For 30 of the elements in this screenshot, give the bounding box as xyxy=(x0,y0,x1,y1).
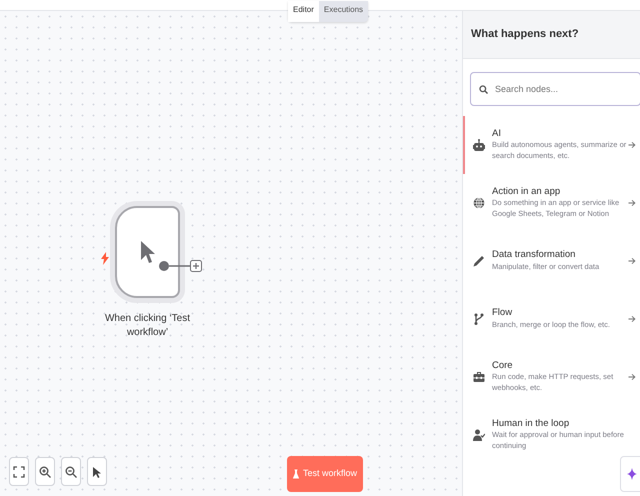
ai-assistant-button[interactable] xyxy=(620,456,640,492)
flask-icon xyxy=(293,468,299,480)
zoom-in-button[interactable] xyxy=(35,457,55,486)
zoom-out-button[interactable] xyxy=(61,457,81,486)
cursor-button[interactable] xyxy=(87,457,107,486)
zoom-out-icon xyxy=(65,466,77,478)
tab[interactable]: Executions xyxy=(318,1,368,22)
globe-icon xyxy=(473,197,485,209)
item-title: Data transformation xyxy=(492,249,576,262)
toolbox-icon xyxy=(473,371,485,383)
person-check-icon xyxy=(473,429,485,441)
node-label: When clicking ‘Test workflow’ xyxy=(104,312,192,339)
item-title: Human in the loop xyxy=(492,418,570,430)
lightning-icon xyxy=(101,252,109,266)
branch-icon xyxy=(473,313,485,325)
search-field[interactable]: Search nodes... xyxy=(470,72,640,106)
cursor-icon xyxy=(91,466,103,478)
tab[interactable]: Editor xyxy=(288,1,319,22)
pen-icon xyxy=(473,255,485,267)
robot-icon xyxy=(473,139,485,151)
cursor-icon xyxy=(140,240,156,264)
fit-view-icon xyxy=(13,466,25,478)
item-title: Action in an app xyxy=(492,186,562,198)
item-title: Core xyxy=(492,360,514,372)
panel-title: What happens next? xyxy=(463,11,640,59)
sparkle-icon xyxy=(627,468,637,480)
item-title: AI xyxy=(492,128,502,140)
fit-view-button[interactable] xyxy=(9,457,29,486)
item-title: Flow xyxy=(492,307,514,320)
zoom-in-icon xyxy=(39,466,51,478)
